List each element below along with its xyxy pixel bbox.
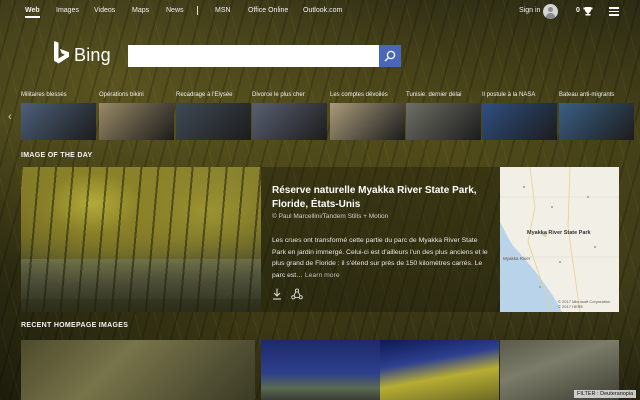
iotd-description: Les crues ont transformé cette partie du…	[272, 235, 490, 281]
news-item[interactable]: Militaires blessés	[21, 92, 96, 140]
news-item-label: Tunisie: dernier délai	[406, 92, 462, 98]
news-item-label: Il postule à la NASA	[482, 92, 536, 98]
news-item-label: Militaires blessés	[21, 92, 67, 98]
iotd-section-title: IMAGE OF THE DAY	[21, 152, 93, 159]
news-item[interactable]: Recadrage à l'Elysée	[176, 92, 251, 140]
iotd-title[interactable]: Réserve naturelle Myakka River State Par…	[272, 184, 494, 212]
news-thumbnail	[99, 103, 174, 140]
recent-section-title: RECENT HOMEPAGE IMAGES	[21, 322, 129, 329]
news-thumbnail	[482, 103, 557, 140]
recent-image-2[interactable]	[261, 340, 380, 400]
top-nav: Web Images Videos Maps News MSN Office O…	[0, 0, 640, 22]
recent-image-1[interactable]	[21, 340, 255, 400]
search-button[interactable]	[379, 45, 401, 67]
nav-msn[interactable]: MSN	[215, 7, 231, 14]
nav-active-indicator	[25, 16, 40, 18]
nav-office-online[interactable]: Office Online	[248, 7, 288, 14]
map-river-label: Myakka River	[503, 256, 531, 261]
news-item-label: Divorce le plus cher	[252, 92, 305, 98]
share-icon[interactable]	[291, 288, 303, 300]
nav-divider	[197, 6, 198, 15]
news-item[interactable]: Opérations bikini	[99, 92, 174, 140]
nav-maps[interactable]: Maps	[132, 7, 149, 14]
trophy-icon[interactable]	[583, 6, 593, 16]
learn-more-link[interactable]: Learn more	[305, 272, 340, 279]
news-item-label: Recadrage à l'Elysée	[176, 92, 233, 98]
iotd-image[interactable]	[21, 167, 261, 312]
news-item-label: Opérations bikini	[99, 92, 144, 98]
news-thumbnail	[252, 103, 327, 140]
news-thumbnail	[406, 103, 481, 140]
news-item[interactable]: Il postule à la NASA	[482, 92, 557, 140]
news-thumbnail	[559, 103, 634, 140]
nav-web[interactable]: Web	[25, 7, 40, 14]
filter-label: FILTER : Deuteranopia	[574, 390, 637, 398]
recent-image-3[interactable]	[380, 340, 499, 400]
avatar-icon[interactable]	[543, 4, 558, 19]
carousel-prev-icon[interactable]: ‹	[8, 111, 12, 123]
nav-images[interactable]: Images	[56, 7, 79, 14]
search-input[interactable]	[128, 45, 379, 67]
news-item[interactable]: Divorce le plus cher	[252, 92, 327, 140]
nav-outlook[interactable]: Outlook.com	[303, 7, 342, 14]
hamburger-menu-icon[interactable]	[609, 7, 619, 16]
news-item-label: Bateau anti-migrants	[559, 92, 615, 98]
news-thumbnail	[21, 103, 96, 140]
news-item-label: Les comptes dévoilés	[330, 92, 388, 98]
news-item[interactable]: Tunisie: dernier délai	[406, 92, 481, 140]
location-map[interactable]: Myakka River State Park Myakka River © 2…	[500, 167, 619, 312]
search-icon	[384, 50, 396, 62]
sign-in-link[interactable]: Sign in	[519, 7, 540, 14]
rewards-count[interactable]: 0	[576, 7, 580, 14]
bing-wordmark: Bing	[74, 45, 111, 65]
news-thumbnail	[176, 103, 251, 140]
news-thumbnail	[330, 103, 405, 140]
bing-b-icon	[54, 41, 69, 64]
iotd-copyright: © Paul Marcellini/Tandem Stills + Motion	[272, 213, 389, 220]
map-label: Myakka River State Park	[527, 230, 591, 236]
map-graphic	[500, 167, 619, 312]
nav-videos[interactable]: Videos	[94, 7, 115, 14]
nav-news[interactable]: News	[166, 7, 184, 14]
map-copyright: © 2017 Microsoft Corporation © 2017 HERE	[558, 299, 611, 309]
news-item[interactable]: Bateau anti-migrants	[559, 92, 634, 140]
news-item[interactable]: Les comptes dévoilés	[330, 92, 405, 140]
download-icon[interactable]	[272, 288, 282, 300]
